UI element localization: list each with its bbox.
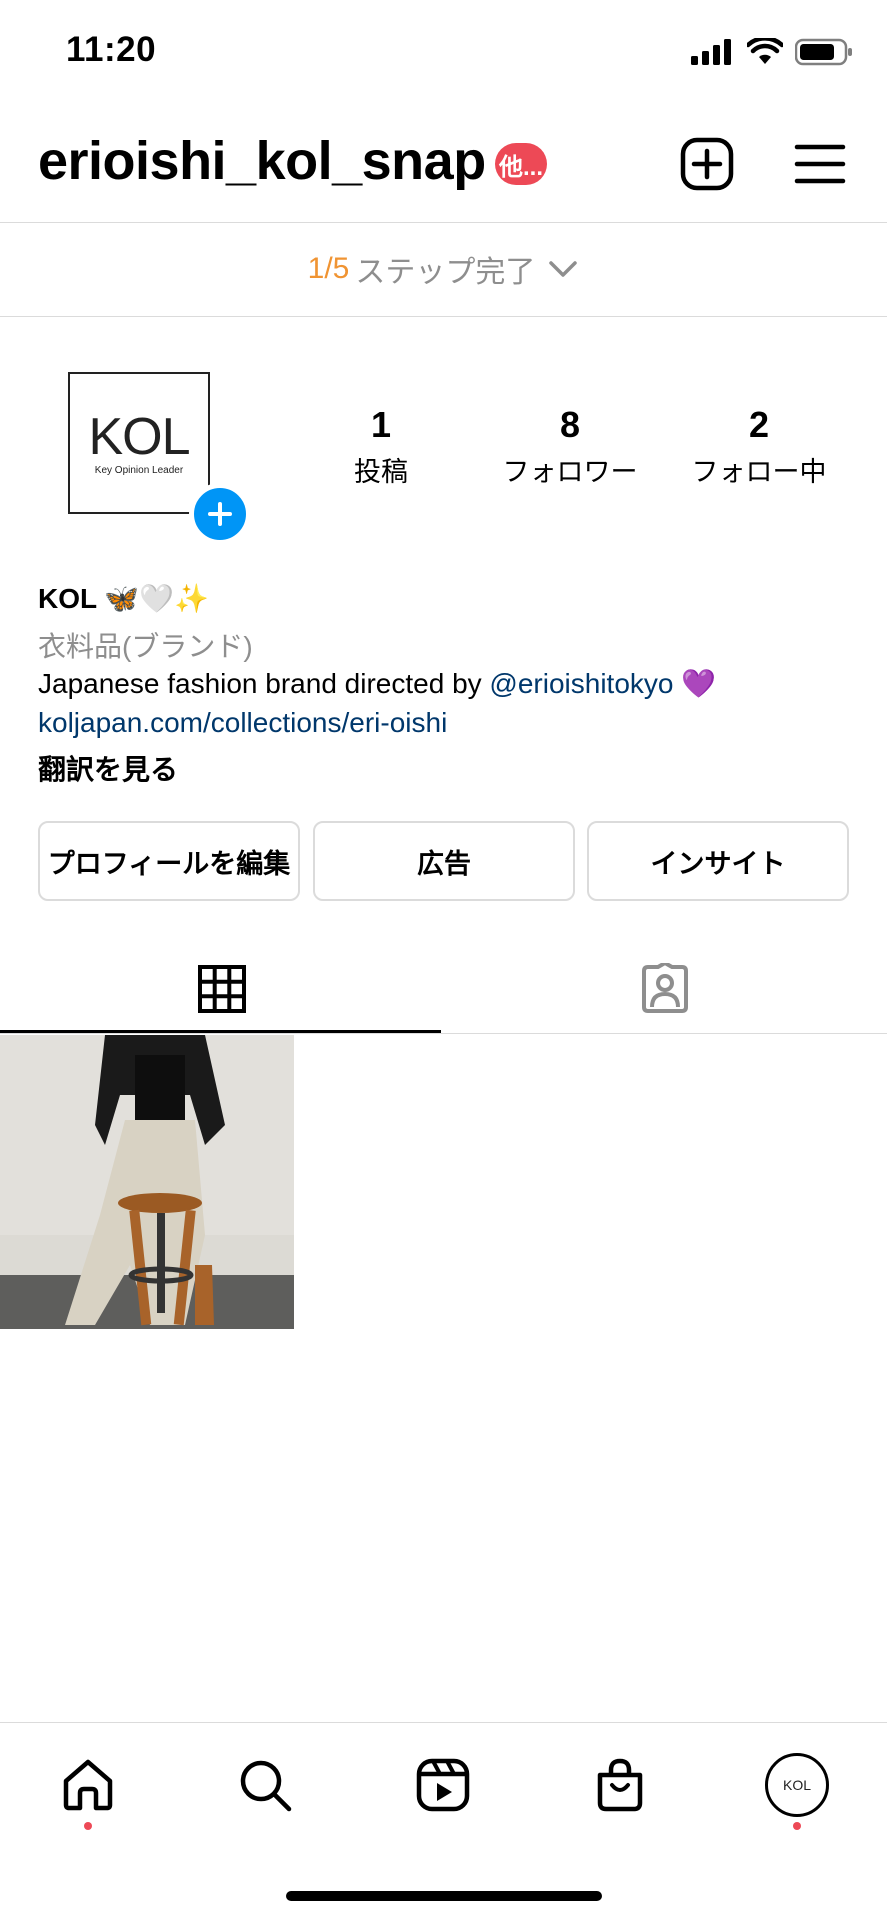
account-switch-badge[interactable]: 他... — [495, 143, 547, 185]
chevron-down-icon — [549, 261, 578, 277]
nav-profile[interactable]: KOL — [747, 1750, 847, 1820]
nav-search[interactable] — [215, 1750, 315, 1820]
nav-shop[interactable] — [570, 1750, 670, 1820]
battery-icon — [795, 38, 852, 66]
home-indicator — [286, 1891, 602, 1901]
plus-icon — [208, 502, 232, 526]
bio-text-suffix: 💜 — [673, 668, 717, 699]
stat-posts[interactable]: 1 投稿 — [296, 404, 466, 489]
nav-avatar-logo: KOL — [782, 1777, 811, 1793]
stat-followers-label: フォロワー — [502, 457, 638, 487]
profile-username[interactable]: erioishi_kol_snap — [38, 130, 486, 192]
stat-following[interactable]: 2 フォロー中 — [674, 404, 844, 489]
home-notification-dot — [84, 1822, 92, 1830]
profile-nav-avatar: KOL — [765, 1753, 829, 1817]
new-post-button[interactable] — [677, 134, 737, 194]
bottom-nav-divider — [0, 1722, 887, 1723]
signal-icon — [691, 39, 731, 65]
menu-button[interactable] — [790, 134, 850, 194]
nav-home[interactable] — [38, 1750, 138, 1820]
steps-divider — [0, 316, 887, 317]
tabs-divider — [0, 1033, 887, 1034]
tab-tagged[interactable] — [443, 945, 886, 1033]
grid-icon — [197, 965, 246, 1013]
add-story-button[interactable] — [189, 483, 251, 545]
tagged-person-icon — [641, 963, 688, 1013]
profile-notification-dot — [793, 1822, 801, 1830]
bio-website-link[interactable]: koljapan.com/collections/eri-oishi — [38, 707, 447, 739]
stat-posts-label: 投稿 — [354, 457, 408, 487]
home-icon — [63, 1759, 113, 1811]
nav-reels[interactable] — [393, 1750, 493, 1820]
stat-followers[interactable]: 8 フォロワー — [485, 404, 655, 489]
wifi-icon — [747, 38, 783, 64]
status-time: 11:20 — [66, 30, 157, 69]
post-photo — [0, 1035, 294, 1329]
profile-avatar[interactable]: KOL Key Opinion Leader — [68, 372, 210, 514]
search-icon — [240, 1760, 292, 1812]
see-translation-link[interactable]: 翻訳を見る — [38, 748, 178, 788]
reels-icon — [416, 1758, 470, 1812]
tab-grid[interactable] — [0, 945, 443, 1033]
bio-mention-link[interactable]: @erioishitokyo — [489, 668, 673, 699]
plus-square-icon — [680, 137, 734, 191]
stat-following-value: 2 — [748, 404, 770, 445]
stat-followers-value: 8 — [559, 404, 581, 445]
hamburger-menu-icon — [794, 144, 846, 184]
shopping-bag-icon — [597, 1758, 643, 1812]
status-icons — [691, 38, 853, 66]
bio-text: Japanese fashion brand directed by @erio… — [38, 667, 716, 700]
post-thumbnail[interactable] — [0, 1035, 294, 1329]
bio-name: KOL 🦋🤍✨ — [38, 583, 209, 614]
bio-category: 衣料品(ブランド) — [38, 631, 253, 662]
avatar-logo-text: KOL — [88, 407, 190, 466]
setup-steps-banner[interactable]: 1/5 ステップ完了 — [0, 222, 887, 316]
steps-count: 1/5 — [307, 252, 350, 285]
edit-profile-button[interactable]: プロフィールを編集 — [38, 821, 300, 901]
steps-label: ステップ完了 — [355, 256, 536, 289]
ads-button[interactable]: 広告 — [313, 821, 575, 901]
stat-posts-value: 1 — [370, 404, 392, 445]
avatar-tagline: Key Opinion Leader — [94, 464, 184, 476]
bio-text-prefix: Japanese fashion brand directed by — [38, 668, 490, 699]
stat-following-label: フォロー中 — [691, 457, 827, 487]
insights-button[interactable]: インサイト — [587, 821, 849, 901]
